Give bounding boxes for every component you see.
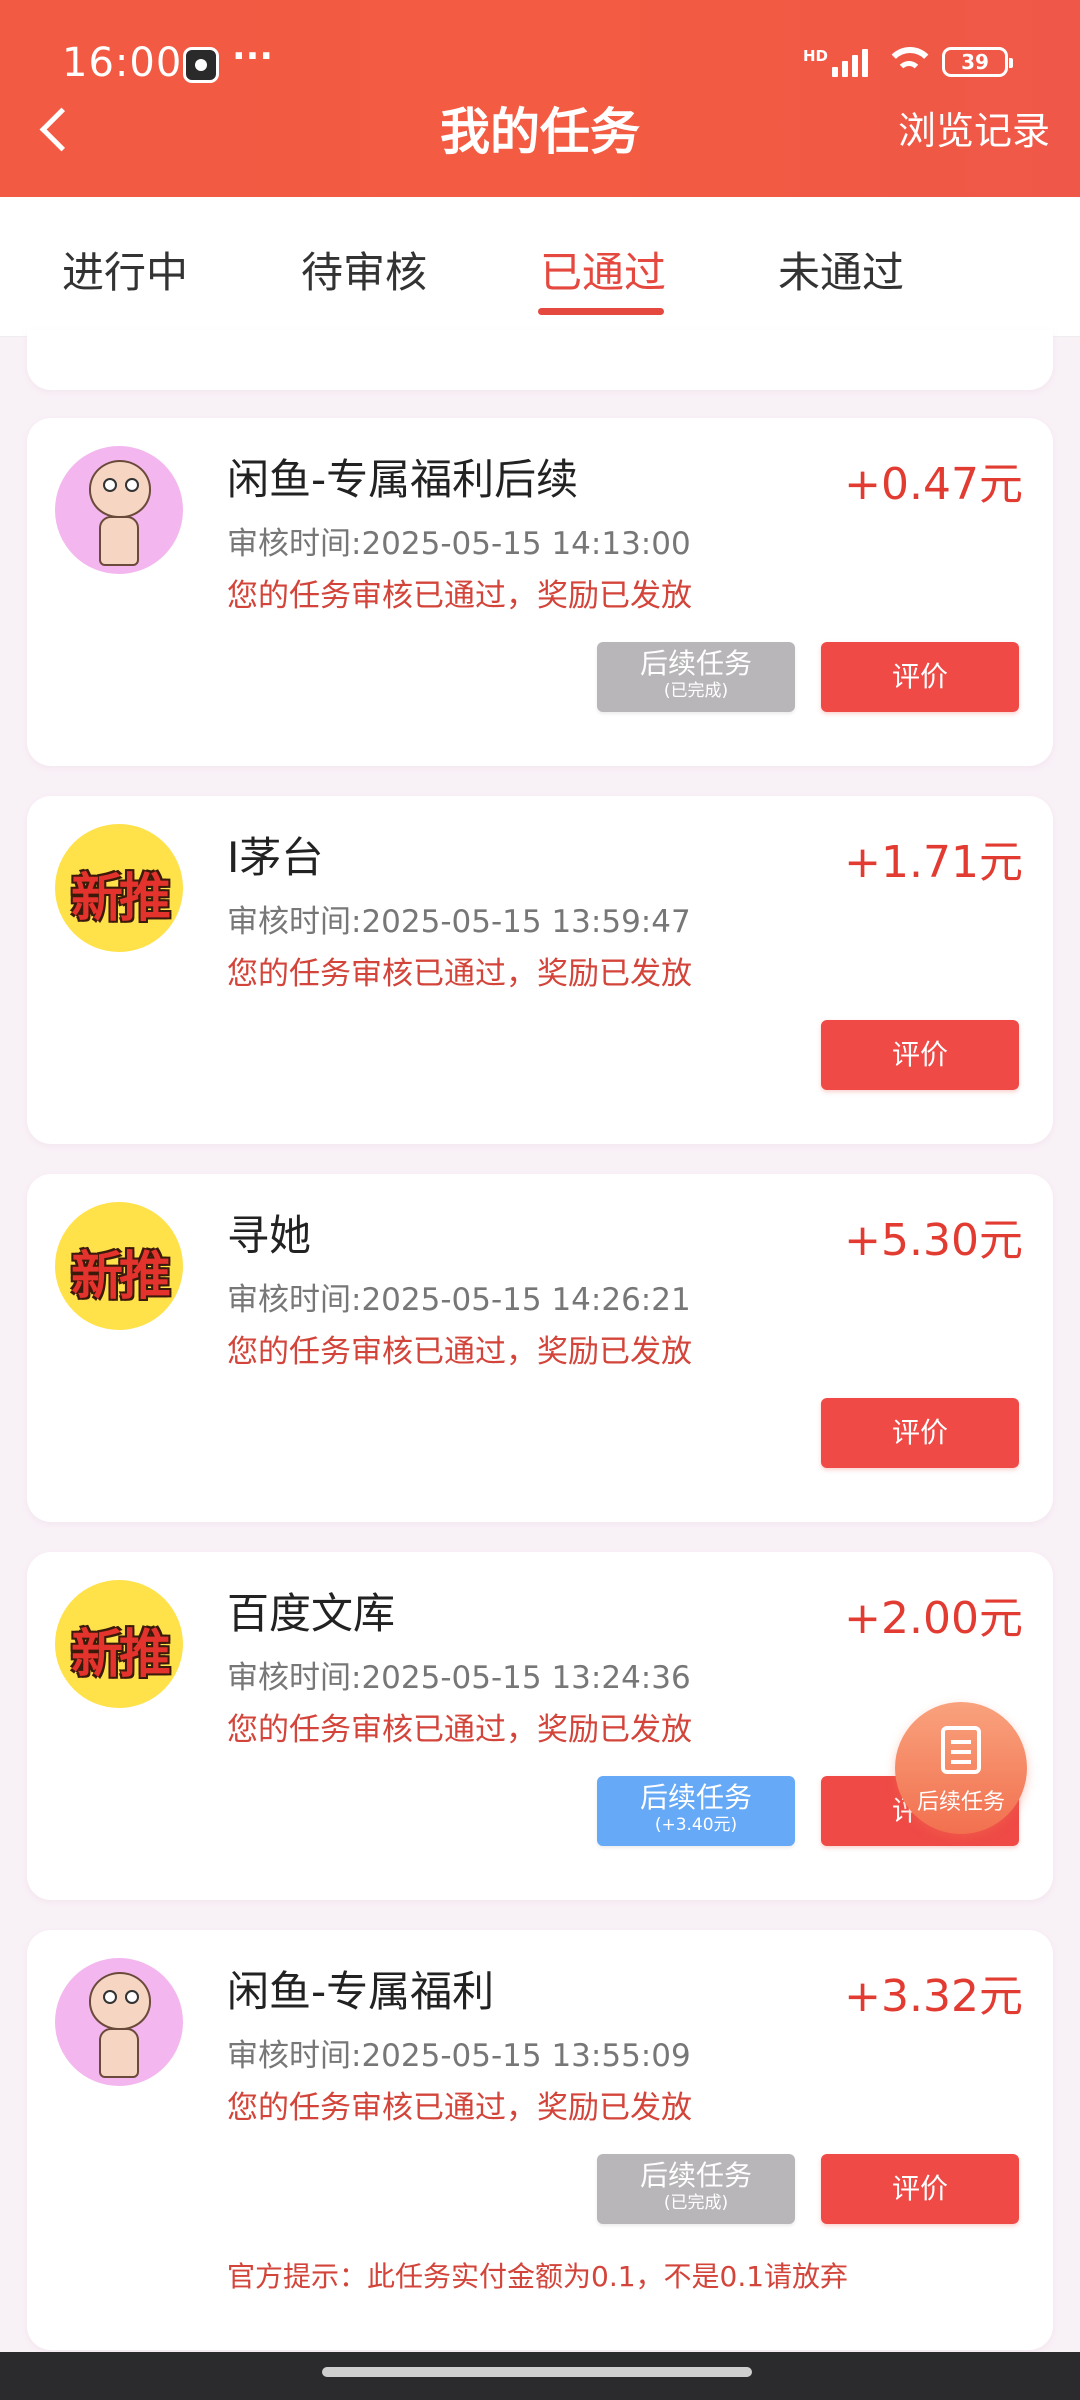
new-badge-icon: 新推 [55, 1580, 183, 1708]
navigation-bar [0, 2352, 1080, 2400]
task-tabs: 进行中 待审核 已通过 未通过 [0, 197, 1080, 337]
home-indicator[interactable] [322, 2367, 752, 2377]
review-status: 您的任务审核已通过，奖励已发放 [227, 1712, 692, 1748]
task-card[interactable]: 闲鱼-专属福利 +3.32元 审核时间:2025-05-15 13:55:09 … [27, 1930, 1053, 2350]
task-card[interactable]: 新推 寻她 +5.30元 审核时间:2025-05-15 14:26:21 您的… [27, 1174, 1053, 1522]
more-notifications-icon: ··· [232, 36, 274, 77]
header: 16:00 ··· HD 39 我的任务 浏览记录 [0, 0, 1080, 197]
task-title: 闲鱼-专属福利 [227, 1967, 495, 2016]
task-title: 闲鱼-专属福利后续 [227, 455, 579, 504]
new-badge-text: 新推 [70, 1246, 171, 1307]
review-button[interactable]: 评价 [821, 642, 1019, 712]
status-icons: HD 39 [802, 44, 1013, 80]
follow-up-task-button[interactable]: 后续任务 (已完成) [597, 642, 795, 712]
review-time: 审核时间:2025-05-15 14:13:00 [227, 526, 691, 562]
follow-up-label: 后续任务 [639, 2159, 752, 2192]
tab-rejected[interactable]: 未通过 [778, 239, 904, 300]
follow-up-sublabel: (已完成) [663, 2193, 729, 2213]
tab-pending-review[interactable]: 待审核 [301, 239, 427, 300]
signal-icon [832, 47, 868, 77]
wifi-icon [884, 47, 936, 77]
task-card[interactable]: 新推 I茅台 +1.71元 审核时间:2025-05-15 13:59:47 您… [27, 796, 1053, 1144]
task-reward: +1.71元 [844, 837, 1023, 888]
task-reward: +3.32元 [844, 1971, 1023, 2022]
active-tab-indicator [538, 308, 664, 315]
task-reward: +2.00元 [844, 1593, 1023, 1644]
new-badge-icon: 新推 [55, 824, 183, 952]
task-card[interactable]: 新推 百度文库 +2.00元 审核时间:2025-05-15 13:24:36 … [27, 1552, 1053, 1900]
follow-up-sublabel: (已完成) [663, 681, 729, 701]
task-title: 百度文库 [227, 1589, 396, 1638]
document-list-icon [941, 1726, 981, 1774]
status-bar: 16:00 ··· HD 39 [0, 0, 1080, 96]
task-card[interactable]: 闲鱼-专属福利后续 +0.47元 审核时间:2025-05-15 14:13:0… [27, 418, 1053, 766]
task-reward: +5.30元 [844, 1215, 1023, 1266]
new-badge-icon: 新推 [55, 1202, 183, 1330]
task-reward: +0.47元 [844, 459, 1023, 510]
follow-up-task-button[interactable]: 后续任务 (+3.40元) [597, 1776, 795, 1846]
follow-up-task-button[interactable]: 后续任务 (已完成) [597, 2154, 795, 2224]
task-title: 寻她 [227, 1211, 312, 1260]
stewie-avatar-icon [55, 446, 183, 574]
official-notice: 官方提示：此任务实付金额为0.1，不是0.1请放弃 [227, 2260, 849, 2293]
review-status: 您的任务审核已通过，奖励已发放 [227, 1334, 692, 1370]
new-badge-text: 新推 [70, 868, 171, 929]
review-time: 审核时间:2025-05-15 14:26:21 [227, 1282, 691, 1318]
floating-follow-up-button[interactable]: 后续任务 [895, 1702, 1027, 1834]
clock-app-icon [183, 47, 219, 83]
follow-up-sublabel: (+3.40元) [654, 1815, 738, 1835]
browse-history-button[interactable]: 浏览记录 [898, 100, 1050, 155]
tab-approved[interactable]: 已通过 [540, 239, 666, 300]
review-button[interactable]: 评价 [821, 2154, 1019, 2224]
review-button[interactable]: 评价 [821, 1020, 1019, 1090]
review-time: 审核时间:2025-05-15 13:55:09 [227, 2038, 691, 2074]
follow-up-label: 后续任务 [639, 647, 752, 680]
stewie-avatar-icon [55, 1958, 183, 2086]
hd-indicator: HD [802, 47, 828, 65]
task-title: I茅台 [227, 833, 324, 882]
tab-in-progress[interactable]: 进行中 [62, 239, 188, 300]
review-status: 您的任务审核已通过，奖励已发放 [227, 578, 692, 614]
review-status: 您的任务审核已通过，奖励已发放 [227, 956, 692, 992]
floating-button-label: 后续任务 [916, 1790, 1005, 1815]
review-button[interactable]: 评价 [821, 1398, 1019, 1468]
battery-icon: 39 [942, 47, 1013, 77]
review-time: 审核时间:2025-05-15 13:59:47 [227, 904, 691, 940]
status-time: 16:00 [62, 40, 183, 86]
review-time: 审核时间:2025-05-15 13:24:36 [227, 1660, 691, 1696]
task-card-partial [27, 330, 1053, 390]
review-status: 您的任务审核已通过，奖励已发放 [227, 2090, 692, 2126]
new-badge-text: 新推 [70, 1624, 171, 1685]
follow-up-label: 后续任务 [639, 1781, 752, 1814]
